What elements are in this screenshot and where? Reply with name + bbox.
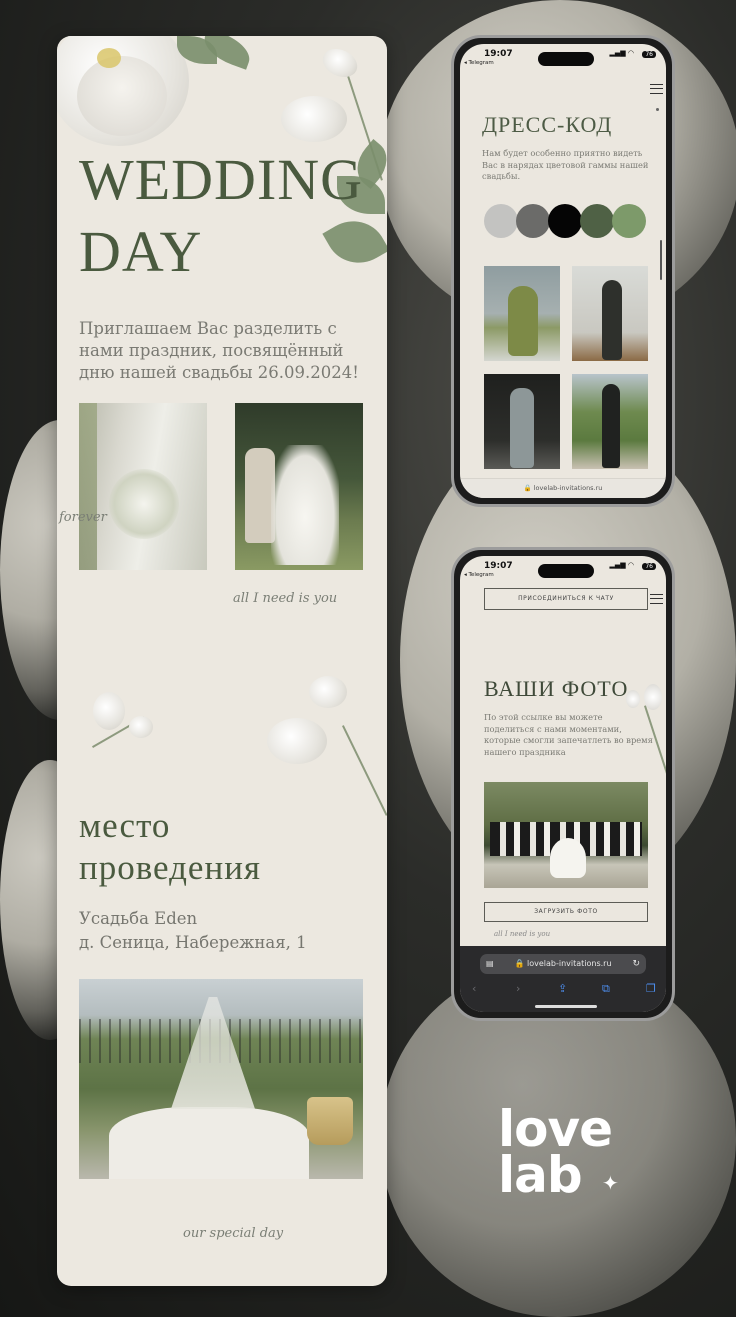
- signal-wifi-icon: ▂▄▆ ◠: [609, 561, 634, 569]
- script-footer: our special day: [183, 1226, 284, 1241]
- bookmarks-icon[interactable]: ⧉: [602, 982, 610, 996]
- your-photos-title: ВАШИ ФОТО: [484, 676, 629, 701]
- peony-center: [97, 48, 121, 68]
- status-bar: 19:07 ◂ Telegram ▂▄▆ ◠ 76: [460, 44, 666, 68]
- rosebud-decoration: [93, 692, 125, 730]
- script-all-i-need: all I need is you: [233, 591, 338, 606]
- swatch-gray: [516, 204, 550, 238]
- lovelab-logo: love lab ✦: [498, 1104, 619, 1200]
- champagne-tower-photo: [79, 979, 363, 1179]
- dress-shape: [602, 384, 620, 468]
- safari-address-bar[interactable]: ▤ 🔒 lovelab-invitations.ru ↻: [480, 954, 646, 974]
- outfit-photo-gray-dress: [484, 374, 560, 469]
- status-time: 19:07: [484, 49, 513, 59]
- rosebud-decoration: [129, 716, 153, 738]
- swatch-sage-green: [612, 204, 646, 238]
- greenery-shape: [79, 403, 97, 570]
- invitation-card: WEDDING DAY Приглашаем Вас разделить с н…: [57, 36, 387, 1286]
- tabs-overview-icon[interactable]: ▤: [486, 954, 494, 974]
- tabs-icon[interactable]: ❐: [646, 982, 656, 995]
- url-value: lovelab-invitations.ru: [533, 484, 603, 492]
- wedding-title-line1: WEDDING: [79, 147, 364, 212]
- rosebud-decoration: [309, 676, 347, 708]
- script-forever: forever: [59, 510, 107, 525]
- outfit-photo-garden-dress: [572, 374, 648, 469]
- outfit-photo-green-dress: [484, 266, 560, 361]
- telegram-back-link[interactable]: ◂ Telegram: [464, 60, 494, 66]
- logo-line2: lab ✦: [498, 1150, 619, 1200]
- bouquet-shape: [109, 469, 179, 539]
- reload-icon[interactable]: ↻: [632, 954, 640, 974]
- battery-icon: 76: [642, 563, 656, 570]
- forward-icon[interactable]: ›: [516, 982, 520, 995]
- url-value: lovelab-invitations.ru: [526, 959, 612, 968]
- invitation-text: Приглашаем Вас разделить с нами праздник…: [79, 319, 359, 382]
- dress-shape: [510, 388, 534, 468]
- script-text: all I need is you: [494, 930, 551, 938]
- telegram-back-link[interactable]: ◂ Telegram: [464, 572, 494, 578]
- rosebud-decoration: [318, 43, 362, 83]
- menu-icon[interactable]: [650, 84, 663, 94]
- venue-title-line1: место: [79, 806, 171, 845]
- venue-title-line2: проведения: [79, 848, 262, 887]
- outfit-photo-black-dress: [572, 266, 648, 361]
- dresscode-text: Нам будет особенно приятно видеть Вас в …: [482, 148, 649, 181]
- swatch-black: [548, 204, 582, 238]
- dresscode-title: ДРЕСС-КОД: [482, 112, 613, 137]
- join-chat-button[interactable]: ПРИСОЕДИНИТЬСЯ К ЧАТУ: [484, 588, 648, 610]
- bride-shape: [550, 838, 586, 878]
- swatch-dark-green: [580, 204, 614, 238]
- peony-decoration: [77, 56, 167, 136]
- back-icon[interactable]: ‹: [472, 982, 476, 995]
- url-bar[interactable]: 🔒 lovelab-invitations.ru: [460, 478, 666, 498]
- bride-bouquet-photo: [79, 403, 207, 570]
- venue-address: д. Сеница, Набережная, 1: [79, 933, 307, 952]
- ice-bucket-shape: [307, 1097, 353, 1145]
- status-time: 19:07: [484, 561, 513, 571]
- phone-photos: 19:07 ◂ Telegram ▂▄▆ ◠ 76 ПРИСОЕДИНИТЬСЯ…: [451, 547, 675, 1021]
- url-text: 🔒 lovelab-invitations.ru: [523, 484, 603, 492]
- phone-screen: 19:07 ◂ Telegram ▂▄▆ ◠ 76 ПРИСОЕДИНИТЬСЯ…: [460, 556, 666, 1012]
- dynamic-island: [538, 564, 594, 578]
- dress-shape: [508, 286, 538, 356]
- swatch-light-gray: [484, 204, 518, 238]
- phone-screen: 19:07 ◂ Telegram ▂▄▆ ◠ 76 ДРЕСС-КОД Нам …: [460, 44, 666, 498]
- upload-photo-button[interactable]: ЗАГРУЗИТЬ ФОТО: [484, 902, 648, 922]
- venue-name: Усадьба Eden: [79, 909, 198, 928]
- wedding-party-photo: [484, 782, 648, 888]
- rosebud-decoration: [644, 684, 662, 710]
- dynamic-island: [538, 52, 594, 66]
- logo-line2-text: lab: [498, 1146, 583, 1204]
- stem-decoration: [342, 725, 387, 816]
- battery-icon: 76: [642, 51, 656, 58]
- star-icon: ✦: [602, 1171, 619, 1195]
- home-indicator: [535, 1005, 597, 1008]
- scroll-indicator[interactable]: [660, 240, 662, 280]
- safari-toolbar: ▤ 🔒 lovelab-invitations.ru ↻ ‹ › ⇪ ⧉ ❐: [460, 946, 666, 1012]
- title-dot: [656, 108, 659, 111]
- menu-icon[interactable]: [650, 594, 663, 604]
- rosebud-decoration: [281, 96, 347, 142]
- table-shape: [109, 1107, 309, 1179]
- your-photos-text: По этой ссылке вы можете поделиться с на…: [484, 712, 653, 757]
- wedding-title-line2: DAY: [79, 219, 203, 284]
- safari-nav-icons: ‹ › ⇪ ⧉ ❐: [460, 982, 666, 996]
- couple-walking-photo: [235, 403, 363, 570]
- rosebud-decoration: [267, 718, 327, 764]
- leaf-decoration: [322, 208, 387, 276]
- dress-shape: [602, 280, 622, 360]
- phone-dresscode: 19:07 ◂ Telegram ▂▄▆ ◠ 76 ДРЕСС-КОД Нам …: [451, 35, 675, 507]
- share-icon[interactable]: ⇪: [558, 982, 567, 995]
- bride-dress-shape: [271, 445, 339, 565]
- status-bar: 19:07 ◂ Telegram ▂▄▆ ◠ 76: [460, 556, 666, 580]
- signal-wifi-icon: ▂▄▆ ◠: [609, 49, 634, 57]
